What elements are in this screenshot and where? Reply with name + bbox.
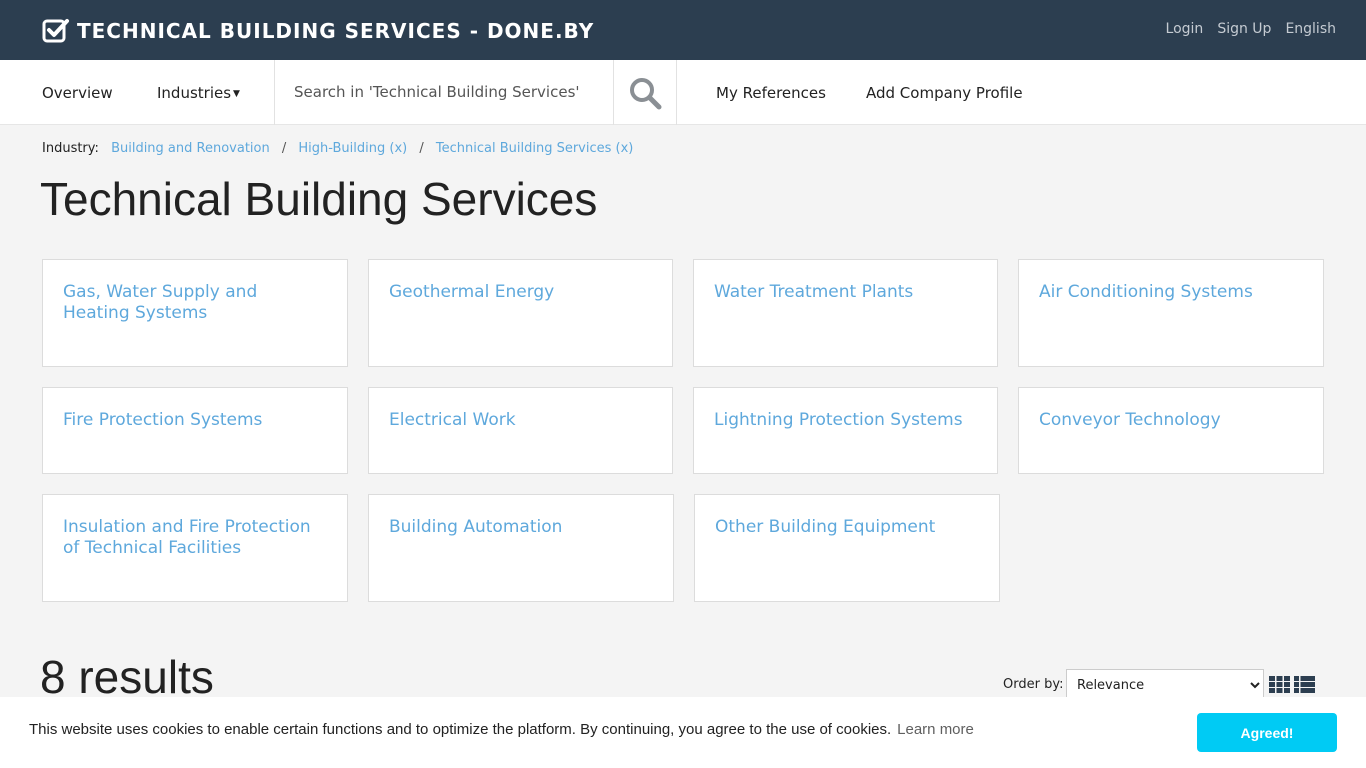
brand-name: TECHNICAL BUILDING SERVICES - DONE.BY (77, 19, 595, 43)
category-card[interactable]: Building Automation (368, 494, 674, 602)
category-label: Lightning Protection Systems (714, 410, 963, 430)
search-input[interactable] (275, 60, 613, 124)
breadcrumb-separator: / (281, 141, 287, 156)
category-label: Electrical Work (389, 410, 516, 430)
category-card[interactable]: Geothermal Energy (368, 259, 673, 367)
category-label: Gas, Water Supply and Heating Systems (63, 282, 258, 323)
search-icon (630, 77, 662, 109)
cookie-agree-button[interactable]: Agreed! (1197, 713, 1337, 752)
brand-logo[interactable]: TECHNICAL BUILDING SERVICES - DONE.BY (42, 17, 594, 45)
breadcrumb: Industry: Building and Renovation / High… (42, 141, 633, 156)
category-label: Geothermal Energy (389, 282, 555, 302)
category-card[interactable]: Electrical Work (368, 387, 673, 474)
category-card[interactable]: Gas, Water Supply and Heating Systems (42, 259, 348, 367)
category-label: Insulation and Fire Protection of Techni… (63, 517, 311, 558)
category-label: Water Treatment Plants (714, 282, 914, 302)
category-label: Other Building Equipment (715, 517, 936, 537)
breadcrumb-label: Industry: (42, 141, 99, 156)
nav-add-company-profile[interactable]: Add Company Profile (866, 84, 1023, 102)
cookie-banner: This website uses cookies to enable cert… (0, 697, 1366, 768)
search-button[interactable] (614, 60, 677, 125)
category-card[interactable]: Other Building Equipment (694, 494, 1000, 602)
grid-view-icon[interactable] (1269, 676, 1290, 693)
category-label: Air Conditioning Systems (1039, 282, 1253, 302)
caret-down-icon: ▼ (233, 88, 240, 99)
nav-industries[interactable]: Industries ▼ (157, 84, 240, 102)
category-card[interactable]: Air Conditioning Systems (1018, 259, 1324, 367)
top-links: Login Sign Up English (1152, 21, 1336, 37)
breadcrumb-item[interactable]: High-Building (x) (298, 141, 407, 156)
category-label: Building Automation (389, 517, 563, 537)
nav-overview[interactable]: Overview (42, 84, 113, 102)
breadcrumb-separator: / (419, 141, 424, 156)
cookie-message: This website uses cookies to enable cert… (29, 721, 974, 738)
language-link[interactable]: English (1285, 21, 1336, 37)
list-view-icon[interactable] (1294, 676, 1315, 693)
nav-industries-label: Industries (157, 84, 232, 102)
nav-bar: Overview Industries▼ My References Add C… (0, 60, 1366, 125)
category-label: Fire Protection Systems (63, 410, 263, 430)
results-count: 8 results (40, 651, 214, 703)
login-link[interactable]: Login (1166, 21, 1204, 37)
cookie-learn-more-link[interactable]: Learn more (897, 721, 974, 738)
cookie-text: This website uses cookies to enable cert… (29, 721, 892, 738)
nav-my-references[interactable]: My References (716, 84, 826, 102)
page-title: Technical Building Services (40, 173, 598, 225)
category-card[interactable]: Water Treatment Plants (693, 259, 998, 367)
category-card[interactable]: Conveyor Technology (1018, 387, 1324, 474)
breadcrumb-item[interactable]: Building and Renovation (111, 141, 270, 156)
category-card[interactable]: Fire Protection Systems (42, 387, 348, 474)
category-label: Conveyor Technology (1039, 410, 1221, 430)
breadcrumb-item[interactable]: Technical Building Services (x) (436, 141, 633, 156)
signup-link[interactable]: Sign Up (1217, 21, 1271, 37)
category-card[interactable]: Insulation and Fire Protection of Techni… (42, 494, 348, 602)
top-bar: TECHNICAL BUILDING SERVICES - DONE.BY Lo… (0, 0, 1366, 60)
checkbox-icon (42, 19, 69, 43)
order-by-label: Order by: (1003, 677, 1064, 692)
category-card[interactable]: Lightning Protection Systems (693, 387, 998, 474)
search-box (274, 60, 614, 125)
